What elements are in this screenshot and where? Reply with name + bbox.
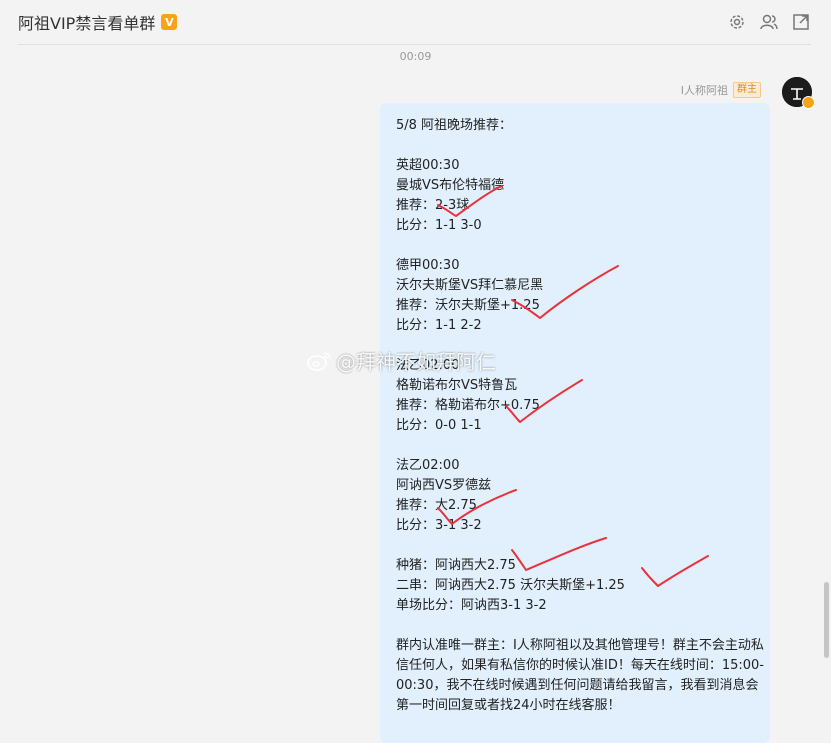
chat-header: 阿祖VIP禁言看单群 V [0, 0, 831, 44]
gear-icon[interactable] [727, 12, 747, 32]
watermark-text: @拜神不如拜阿仁 [336, 350, 496, 374]
header-divider [18, 44, 811, 45]
scrollbar-thumb[interactable] [824, 582, 829, 658]
sender-info: I人称阿祖 群主 [681, 82, 761, 98]
members-icon[interactable] [759, 12, 779, 32]
group-title: 阿祖VIP禁言看单群 [18, 14, 156, 33]
popout-icon[interactable] [791, 12, 811, 32]
sender-name[interactable]: I人称阿祖 [681, 82, 728, 98]
group-title-container: 阿祖VIP禁言看单群 V [18, 10, 178, 34]
vip-badge-icon: V [161, 14, 178, 30]
role-badge: 群主 [733, 82, 761, 98]
weibo-icon [307, 351, 331, 371]
message-text: 5/8 阿祖晚场推荐： 英超00:30 曼城VS布伦特福德 推荐：2-3球 比分… [396, 118, 764, 713]
message-timestamp: 00:09 [399, 50, 432, 63]
watermark: @拜神不如拜阿仁 [306, 346, 496, 375]
verified-badge-icon [802, 96, 815, 109]
header-actions [727, 12, 811, 32]
